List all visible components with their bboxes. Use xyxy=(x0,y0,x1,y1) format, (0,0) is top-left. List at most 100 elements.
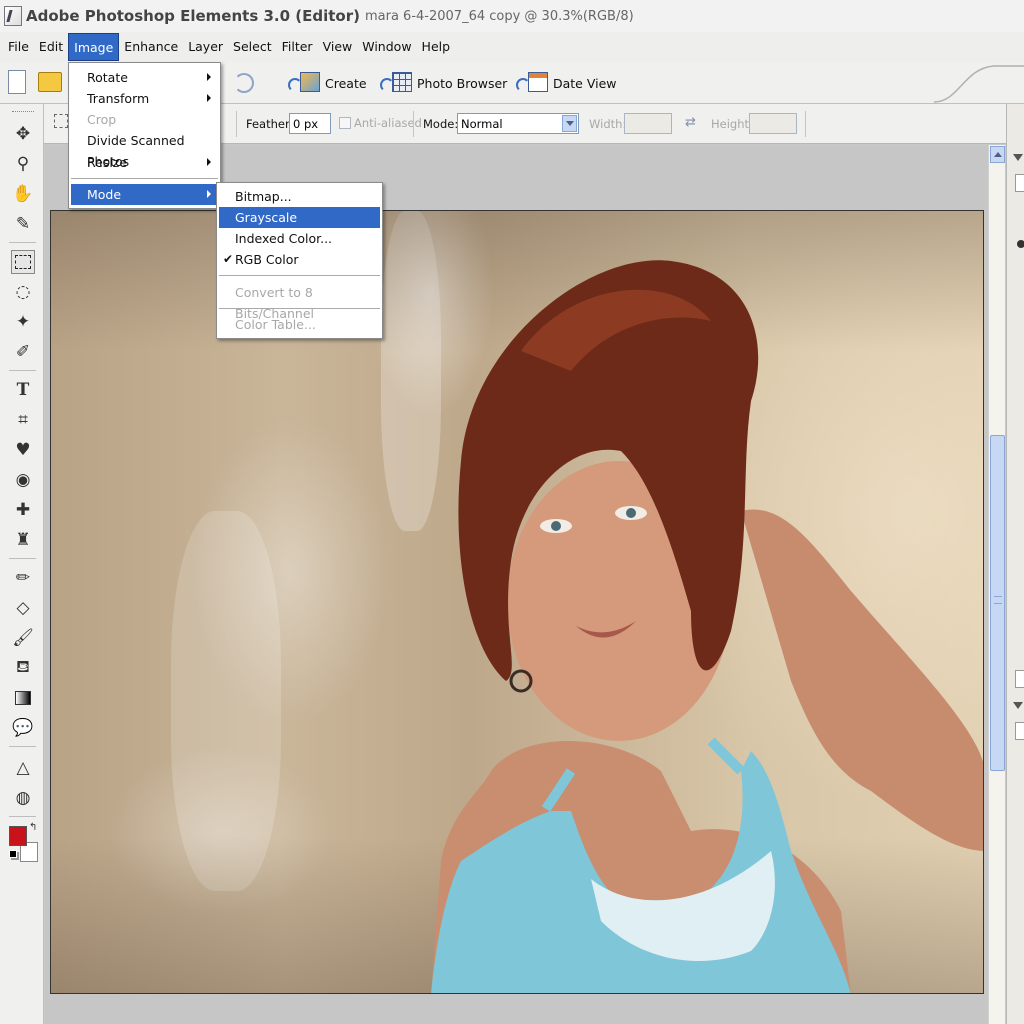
toolbox: ✥ ⚲ ✋ ✎ ◌ ✦ ✐ T ⌗ ♥ ◉ ✚ ♜ ✏ ◇ 🖌 ⛾ 💬 △ ◍ xyxy=(0,104,44,1024)
eraser-tool-icon[interactable]: ◇ xyxy=(11,596,35,620)
anti-aliased-checkbox[interactable] xyxy=(339,117,351,129)
radio-icon[interactable] xyxy=(1017,240,1024,248)
divider xyxy=(805,111,806,137)
menu-item-label: Color Table... xyxy=(235,317,316,332)
mode-select[interactable]: Normal xyxy=(457,113,579,134)
healing-brush-tool-icon[interactable]: ✚ xyxy=(11,498,35,522)
menu-item-label: Grayscale xyxy=(235,210,298,225)
app-title: Adobe Photoshop Elements 3.0 (Editor) xyxy=(26,7,360,25)
menu-item-label: Bitmap... xyxy=(235,189,292,204)
menu-window[interactable]: Window xyxy=(357,33,416,61)
date-view-button[interactable]: Date View xyxy=(516,71,617,95)
foreground-color-swatch[interactable] xyxy=(9,826,27,846)
red-eye-removal-tool-icon[interactable]: ◉ xyxy=(11,468,35,492)
rectangular-marquee-tool-icon[interactable] xyxy=(11,250,35,274)
shape-tool-icon[interactable]: 💬 xyxy=(11,716,35,740)
height-input[interactable] xyxy=(749,113,797,134)
menu-item-color-table[interactable]: Color Table... xyxy=(219,314,380,335)
menu-file[interactable]: File xyxy=(3,33,34,61)
menu-layer[interactable]: Layer xyxy=(183,33,228,61)
create-label: Create xyxy=(325,75,367,91)
width-label: Width: xyxy=(589,117,627,131)
chevron-down-icon[interactable] xyxy=(562,115,577,132)
move-tool-icon[interactable]: ✥ xyxy=(11,122,35,146)
palette-field[interactable] xyxy=(1015,670,1024,688)
selection-brush-tool-icon[interactable]: ✐ xyxy=(11,340,35,364)
menu-item-label: Mode xyxy=(87,187,122,202)
menu-item-rgb-color[interactable]: ✔ RGB Color xyxy=(219,249,380,270)
menu-view[interactable]: View xyxy=(318,33,358,61)
brush-tool-icon[interactable]: 🖌 xyxy=(11,626,35,650)
feather-input[interactable]: 0 px xyxy=(289,113,331,134)
menu-select[interactable]: Select xyxy=(228,33,277,61)
menu-edit[interactable]: Edit xyxy=(34,33,68,61)
photo-browser-label: Photo Browser xyxy=(417,75,508,91)
submenu-arrow-icon xyxy=(207,190,211,198)
lasso-tool-icon[interactable]: ◌ xyxy=(11,280,35,304)
width-input[interactable] xyxy=(624,113,672,134)
redo-icon[interactable] xyxy=(234,73,254,93)
divider xyxy=(9,242,36,243)
menu-item-indexed-color[interactable]: Indexed Color... xyxy=(219,228,380,249)
submenu-arrow-icon xyxy=(207,73,211,81)
eyedropper-tool-icon[interactable]: ✎ xyxy=(11,212,35,236)
magic-wand-tool-icon[interactable]: ✦ xyxy=(11,310,35,334)
menu-divider xyxy=(219,308,380,309)
vertical-scrollbar[interactable] xyxy=(988,145,1005,1024)
menu-item-transform[interactable]: Transform xyxy=(71,88,218,109)
menu-item-grayscale[interactable]: Grayscale xyxy=(219,207,380,228)
collapse-triangle-icon[interactable] xyxy=(1013,154,1023,161)
gradient-tool-icon[interactable] xyxy=(11,686,35,710)
clone-stamp-tool-icon[interactable]: ♜ xyxy=(11,528,35,552)
submenu-arrow-icon xyxy=(207,94,211,102)
menu-filter[interactable]: Filter xyxy=(277,33,318,61)
menu-item-label: Crop xyxy=(87,112,117,127)
swap-dimensions-icon[interactable]: ⇄ xyxy=(685,115,696,130)
menu-item-mode[interactable]: Mode xyxy=(71,184,218,205)
palette-well-edge xyxy=(934,65,1024,103)
menu-item-rotate[interactable]: Rotate xyxy=(71,67,218,88)
menu-image[interactable]: Image xyxy=(68,33,120,61)
paint-bucket-tool-icon[interactable]: ⛾ xyxy=(11,656,35,680)
scrollbar-thumb[interactable] xyxy=(990,435,1005,771)
menu-item-divide-scanned-photos[interactable]: Divide Scanned Photos xyxy=(71,130,218,169)
image-menu: Rotate Transform Crop Divide Scanned Pho… xyxy=(68,62,221,209)
menu-enhance[interactable]: Enhance xyxy=(119,33,183,61)
menu-item-label: Rotate xyxy=(87,70,128,85)
palette-field[interactable] xyxy=(1015,174,1024,192)
sponge-tool-icon[interactable]: ◍ xyxy=(11,786,35,810)
zoom-tool-icon[interactable]: ⚲ xyxy=(11,152,35,176)
divider xyxy=(236,111,237,137)
blur-tool-icon[interactable]: △ xyxy=(11,756,35,780)
menu-item-resize[interactable]: Resize xyxy=(71,152,218,173)
divider xyxy=(9,746,36,747)
swap-colors-icon[interactable]: ↰ xyxy=(29,822,37,833)
cookie-cutter-tool-icon[interactable]: ♥ xyxy=(11,438,35,462)
open-folder-icon[interactable] xyxy=(38,72,62,92)
document-photo[interactable] xyxy=(50,210,984,994)
hand-tool-icon[interactable]: ✋ xyxy=(11,182,35,206)
type-tool-icon[interactable]: T xyxy=(11,378,35,402)
collapse-triangle-icon[interactable] xyxy=(1013,702,1023,709)
palette-field[interactable] xyxy=(1015,722,1024,740)
scroll-up-icon[interactable] xyxy=(990,146,1005,163)
menu-item-bitmap[interactable]: Bitmap... xyxy=(219,186,380,207)
create-button[interactable]: Create xyxy=(288,71,367,95)
anti-aliased-label: Anti-aliased xyxy=(354,116,422,130)
menu-divider xyxy=(71,178,218,179)
new-selection-icon[interactable] xyxy=(54,114,68,128)
pencil-tool-icon[interactable]: ✏ xyxy=(11,566,35,590)
new-document-icon[interactable] xyxy=(8,70,26,94)
menu-help[interactable]: Help xyxy=(417,33,456,61)
toolbox-grip[interactable] xyxy=(12,111,34,114)
anti-aliased-option[interactable]: Anti-aliased xyxy=(339,116,422,130)
menu-item-convert-8-bits[interactable]: Convert to 8 Bits/Channel xyxy=(219,282,380,321)
title-bar: Adobe Photoshop Elements 3.0 (Editor) ma… xyxy=(0,0,1024,32)
menu-item-crop[interactable]: Crop xyxy=(71,109,218,130)
default-colors-icon[interactable] xyxy=(9,850,17,858)
menu-item-label: Resize xyxy=(87,155,128,170)
crop-tool-icon[interactable]: ⌗ xyxy=(11,408,35,432)
menu-item-label: Transform xyxy=(87,91,150,106)
photo-browser-button[interactable]: Photo Browser xyxy=(380,71,507,95)
feather-label: Feather: xyxy=(246,117,294,131)
